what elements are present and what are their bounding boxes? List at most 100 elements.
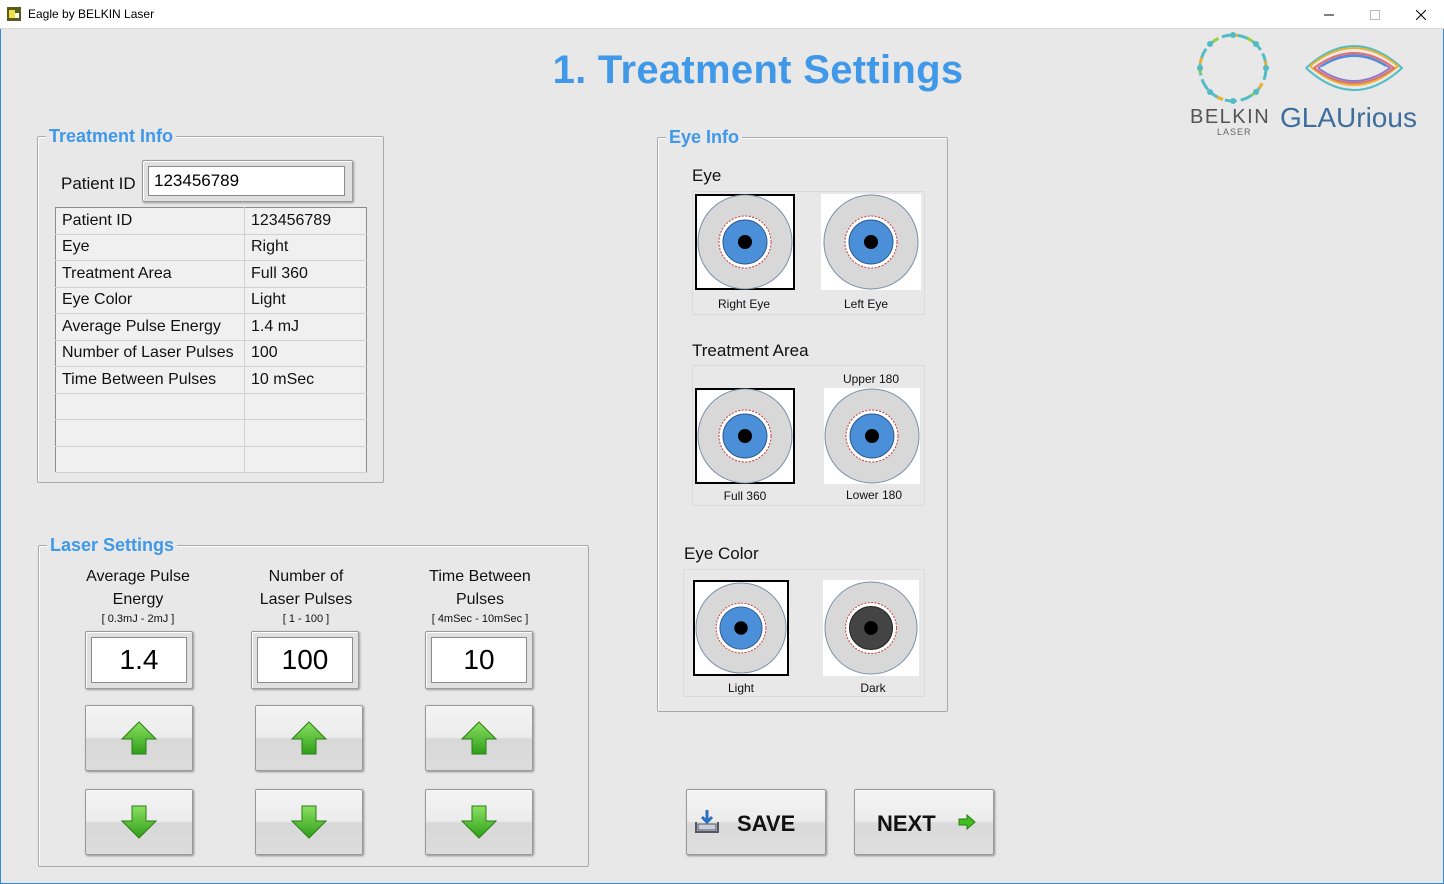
table-row: Eye Color Light [55,287,367,314]
close-icon [1416,9,1426,20]
row-value: 1.4 mJ [244,313,367,341]
label-line: Time Between [429,568,531,585]
laser-pulses-increase-button[interactable] [255,705,363,771]
label-line: Number of [268,568,344,585]
arrow-down-icon [461,805,497,839]
time-between-input[interactable] [431,637,527,683]
glaurious-eye-icon [1305,45,1404,91]
row-value: 10 mSec [244,366,367,394]
light-eye-icon [823,194,919,290]
patient-id-input[interactable] [148,166,345,196]
upper-180-caption: Upper 180 [842,372,900,386]
minimize-icon [1324,14,1334,15]
laser-pulses-frame [251,631,359,689]
left-eye-option[interactable] [821,194,921,290]
time-between-label: Time Between Pulses [410,565,550,611]
row-value [244,393,367,420]
arrow-down-icon [291,805,327,839]
table-row: Number of Laser Pulses 100 [55,340,367,367]
treatment-summary-table: Patient ID 123456789 Eye Right Treatment A… [55,207,367,473]
patient-id-frame [142,160,353,202]
laser-settings-legend: Laser Settings [47,534,178,556]
pulse-energy-decrease-button[interactable] [85,789,193,855]
row-label: Patient ID [55,207,245,235]
half-180-option[interactable] [824,388,920,484]
row-value: 123456789 [244,207,367,235]
arrow-right-icon [958,814,976,830]
light-eye-icon [695,582,787,674]
row-label [55,393,245,420]
row-label [55,419,245,447]
laser-pulses-label: Number of Laser Pulses [241,565,371,611]
row-value: Right [244,234,367,261]
full-360-eye-icon [697,388,793,484]
arrow-down-icon [121,805,157,839]
pulse-energy-frame [85,631,193,689]
row-value: 100 [244,340,367,367]
light-color-option[interactable] [693,580,789,676]
patient-id-label: Patient ID [61,174,136,193]
laser-pulses-decrease-button[interactable] [255,789,363,855]
belkin-ring-icon [1197,32,1269,104]
arrow-up-icon [121,721,157,755]
arrow-up-icon [461,721,497,755]
close-button[interactable] [1398,0,1444,29]
label-line: Energy [112,591,164,608]
row-label: Number of Laser Pulses [55,340,245,367]
row-value: Full 360 [244,260,367,288]
table-row: Average Pulse Energy 1.4 mJ [55,313,367,341]
table-row: Patient ID 123456789 [55,207,367,235]
right-eye-option[interactable] [695,194,795,290]
table-row: Time Between Pulses 10 mSec [55,366,367,394]
time-between-range: [ 4mSec - 10mSec ] [431,613,529,625]
light-caption: Light [727,681,755,695]
maximize-button[interactable] [1352,0,1398,29]
lower-180-caption: Lower 180 [845,488,903,502]
treatment-info-legend: Treatment Info [46,125,177,147]
row-label: Treatment Area [55,260,245,288]
pulse-energy-input[interactable] [91,637,187,683]
eye-section-label: Eye [692,166,722,185]
row-label: Average Pulse Energy [55,313,245,341]
dark-eye-icon [824,581,918,675]
treatment-area-section-label: Treatment Area [692,341,809,360]
table-row [55,419,367,447]
half-180-eye-icon [824,388,920,484]
row-label [55,446,245,473]
table-row [55,393,367,420]
pulse-energy-increase-button[interactable] [85,705,193,771]
dark-color-option[interactable] [823,580,919,676]
maximize-icon [1370,9,1380,20]
next-label: NEXT [877,811,936,836]
belkin-logo-subtext: LASER [1217,127,1252,137]
full-360-option[interactable] [695,388,795,484]
row-value: Light [244,287,367,314]
belkin-logo-text: BELKIN [1190,106,1271,128]
time-between-increase-button[interactable] [425,705,533,771]
light-eye-icon [697,194,793,290]
table-row [55,446,367,473]
label-line: Average Pulse [86,568,190,585]
row-label: Time Between Pulses [55,366,245,394]
laser-pulses-input[interactable] [257,637,353,683]
glaurious-logo-text: GLAUrious [1280,102,1417,133]
pulse-energy-label: Average Pulse Energy [73,565,203,611]
table-row: Treatment Area Full 360 [55,260,367,288]
full-360-caption: Full 360 [723,489,767,503]
table-row: Eye Right [55,234,367,261]
save-icon [695,810,719,833]
laser-pulses-range: [ 1 - 100 ] [282,613,330,625]
label-line: Laser Pulses [259,591,353,608]
minimize-button[interactable] [1306,0,1352,29]
pulse-energy-range: [ 0.3mJ - 2mJ ] [101,613,175,625]
window-title: Eagle by BELKIN Laser [28,7,155,21]
time-between-decrease-button[interactable] [425,789,533,855]
row-value [244,419,367,447]
dark-caption: Dark [860,681,886,695]
next-button[interactable]: NEXT [854,789,994,855]
time-between-frame [425,631,533,689]
glaurious-logo: GLAUrious [1280,30,1430,138]
title-bar: Eagle by BELKIN Laser [0,0,1444,29]
save-button[interactable]: SAVE [686,789,826,855]
app-icon [7,7,21,21]
